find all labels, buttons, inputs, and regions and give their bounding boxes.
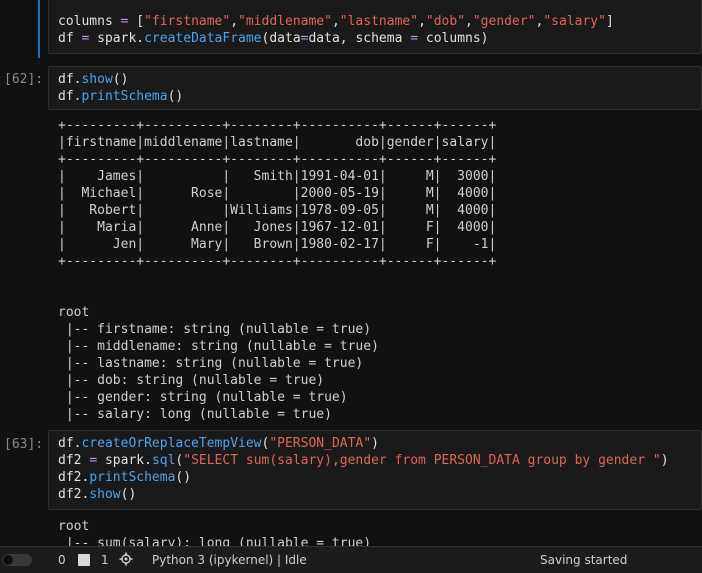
toggle-knob xyxy=(3,555,13,565)
code-token: df2 xyxy=(58,453,90,468)
code-line: df = spark.createDataFrame(data=data, sc… xyxy=(58,30,692,47)
output-line: |-- dob: string (nullable = true) xyxy=(58,373,325,388)
code-token: spark. xyxy=(97,453,152,468)
code-cell-0[interactable]: columns = ["firstname","middlename","las… xyxy=(0,0,702,58)
code-token: "lastname" xyxy=(339,14,419,29)
kernel-status[interactable]: Python 3 (ipykernel) | Idle xyxy=(152,553,307,567)
code-line: df2 = spark.sql("SELECT sum(salary),gend… xyxy=(58,452,692,469)
output-line: +---------+----------+--------+---------… xyxy=(58,118,497,133)
code-token: , xyxy=(230,14,239,29)
code-editor-62[interactable]: df.show() df.printSchema() xyxy=(48,66,702,110)
code-line: df2.printSchema() xyxy=(58,469,692,486)
output-line: |-- salary: long (nullable = true) xyxy=(58,407,332,422)
code-token: "firstname" xyxy=(144,14,231,29)
output-line: |-- gender: string (nullable = true) xyxy=(58,390,348,405)
code-token: ) xyxy=(371,436,379,451)
code-token: ] xyxy=(605,14,614,29)
code-cell-63[interactable]: [63]: df.createOrReplaceTempView("PERSON… xyxy=(0,430,702,546)
code-cell-62[interactable]: [62]: df.show() df.printSchema() +-------… xyxy=(0,62,702,422)
code-token: , xyxy=(331,14,340,29)
output-line: +---------+----------+--------+---------… xyxy=(58,152,497,167)
cell-prompt: [63]: xyxy=(4,437,44,452)
code-token: () xyxy=(167,89,184,104)
cell-selection-bar xyxy=(38,0,40,58)
code-token: "SELECT sum(salary),gender from PERSON_D… xyxy=(183,453,661,468)
code-token: df xyxy=(58,31,82,46)
cell-output-62: +---------+----------+--------+---------… xyxy=(58,117,496,423)
terminal-count: 0 xyxy=(58,553,66,567)
code-token: df. xyxy=(58,436,82,451)
output-line: |-- middlename: string (nullable = true) xyxy=(58,339,379,354)
code-token: "salary" xyxy=(543,14,606,29)
output-line: root xyxy=(58,519,90,534)
code-token: createDataFrame xyxy=(144,31,262,46)
notebook-area: columns = ["firstname","middlename","las… xyxy=(0,0,702,546)
output-line: |-- lastname: string (nullable = true) xyxy=(58,356,364,371)
code-token: df. xyxy=(58,72,82,87)
output-line: root xyxy=(58,305,90,320)
code-token: df. xyxy=(58,89,82,104)
code-token: = xyxy=(410,31,419,46)
code-token: (data xyxy=(261,31,301,46)
code-editor-63[interactable]: df.createOrReplaceTempView("PERSON_DATA"… xyxy=(48,430,702,510)
code-token: df2. xyxy=(58,487,90,502)
code-token: show xyxy=(89,487,121,502)
code-token: "gender" xyxy=(472,14,536,29)
output-line: +---------+----------+--------+---------… xyxy=(58,254,497,269)
gear-icon xyxy=(119,552,133,566)
kernel-count: 1 xyxy=(101,553,109,567)
code-line: columns = ["firstname","middlename","las… xyxy=(58,13,692,30)
code-token: printSchema xyxy=(81,89,168,104)
code-token: columns) xyxy=(418,31,489,46)
terminal-icon xyxy=(78,554,90,566)
output-line: | Jen| Mary| Brown|1980-02-17| F| -1| xyxy=(58,237,497,252)
simple-mode-toggle[interactable] xyxy=(2,554,32,566)
code-token: sql xyxy=(151,453,176,468)
code-token: df2. xyxy=(58,470,90,485)
code-token: printSchema xyxy=(89,470,176,485)
code-token: ) xyxy=(660,453,669,468)
save-status: Saving started xyxy=(540,553,628,567)
code-line: df.createOrReplaceTempView("PERSON_DATA"… xyxy=(58,435,692,452)
code-token: () xyxy=(112,72,129,87)
output-line: | Robert| |Williams|1978-09-05| M| 4000| xyxy=(58,203,497,218)
output-line: |-- sum(salary): long (nullable = true) xyxy=(58,536,372,546)
cell-output-63: root |-- sum(salary): long (nullable = t… xyxy=(58,518,371,546)
code-token: "PERSON_DATA" xyxy=(269,436,372,451)
output-line: | Maria| Anne| Jones|1967-12-01| F| 4000… xyxy=(58,220,497,235)
status-bar: 0 1 Python 3 (ipykernel) | Idle Saving s… xyxy=(0,546,702,573)
output-line: |-- firstname: string (nullable = true) xyxy=(58,322,372,337)
code-token: , xyxy=(418,14,426,29)
code-token: spark. xyxy=(89,31,145,46)
code-token: , xyxy=(465,14,473,29)
code-token: "middlename" xyxy=(238,14,332,29)
code-line: df.show() xyxy=(58,71,692,88)
code-token: () xyxy=(175,470,192,485)
code-token: columns xyxy=(58,14,121,29)
code-token: "dob" xyxy=(425,14,466,29)
code-token: show xyxy=(81,72,113,87)
output-line: |firstname|middlename|lastname| dob|gend… xyxy=(58,135,497,150)
code-line: df.printSchema() xyxy=(58,88,692,105)
code-token: [ xyxy=(128,14,145,29)
code-token: createOrReplaceTempView xyxy=(81,436,262,451)
cell-prompt: [62]: xyxy=(4,72,44,87)
output-line: | Michael| Rose| |2000-05-19| M| 4000| xyxy=(58,186,497,201)
code-token: () xyxy=(120,487,137,502)
code-line: df2.show() xyxy=(58,486,692,503)
code-token: = xyxy=(89,453,98,468)
code-token: data, schema xyxy=(308,31,411,46)
code-editor-0[interactable]: columns = ["firstname","middlename","las… xyxy=(48,0,702,54)
output-line: | James| | Smith|1991-04-01| M| 3000| xyxy=(58,169,497,184)
